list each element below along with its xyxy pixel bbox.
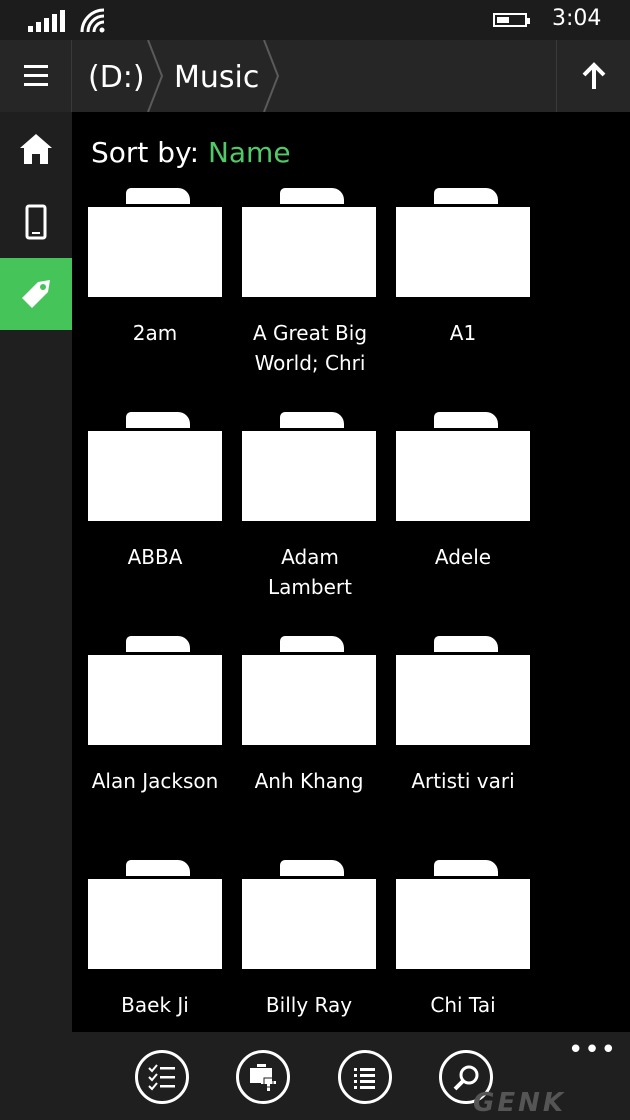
folder-name: Anh Khang [254,769,364,793]
folder-name: Alan Jackson [91,769,219,793]
folder-item[interactable]: 2am [72,188,226,398]
folder-name: Adam Lambert [268,545,352,599]
phone-icon [25,204,47,240]
folder-item[interactable]: Alan Jackson [72,636,226,846]
folder-name: ABBA [127,545,183,569]
sort-value[interactable]: Name [208,136,291,169]
more-button[interactable]: ••• [568,1037,617,1063]
folder-icon [434,860,498,876]
folder-item[interactable]: Artisti vari [380,636,534,846]
folder-icon [126,188,190,204]
left-navigation [0,112,72,1032]
folder-icon [434,636,498,652]
folder-icon [280,636,344,652]
multi-select-icon [148,1064,175,1091]
folder-icon [280,188,344,204]
wifi-icon [80,8,105,33]
up-arrow-icon [582,62,606,89]
list-view-icon [354,1068,375,1089]
tag-icon [22,280,50,308]
folder-name: Artisti vari [411,769,515,793]
clock: 3:04 [552,6,602,31]
folder-name: A1 [449,321,477,345]
folder-icon [434,412,498,428]
sort-label: Sort by: [91,136,200,169]
folder-icon [126,412,190,428]
battery-icon [493,13,530,27]
breadcrumb-separator-icon [263,40,280,112]
folder-name: Billy Ray [265,993,353,1017]
folder-item[interactable]: A Great Big World; Chri [226,188,380,398]
folder-item[interactable]: A1 [380,188,534,398]
home-icon [20,134,52,164]
folder-item[interactable]: Adam Lambert [226,412,380,622]
folder-icon [280,860,344,876]
header-bar: (D:) Music [0,40,630,112]
nav-home[interactable] [0,114,72,186]
folder-icon [126,636,190,652]
watermark-logo: GENK [457,1086,627,1120]
nav-tags[interactable] [0,258,72,330]
new-folder-button[interactable] [236,1050,290,1104]
folder-item[interactable]: Anh Khang [226,636,380,846]
folder-name: Adele [434,545,492,569]
folder-item[interactable]: Chi Tai [380,860,534,1032]
sort-control[interactable]: Sort by: Name [91,136,291,169]
folder-item[interactable]: Baek Ji [72,860,226,1032]
folder-browser: Sort by: Name 2am A Great Big World; Chr… [72,112,630,1032]
list-view-button[interactable] [338,1050,392,1104]
folder-name: A Great Big World; Chri [252,321,368,375]
folder-name: Baek Ji [121,993,189,1017]
new-folder-icon [250,1064,276,1091]
up-folder-button[interactable] [556,40,630,112]
folder-name: Chi Tai [430,993,496,1017]
signal-strength-icon [28,10,68,32]
multi-select-button[interactable] [135,1050,189,1104]
breadcrumb-drive[interactable]: (D:) [88,60,145,96]
watermark-text: GENK [473,1088,567,1118]
folder-icon [434,188,498,204]
folder-icon [280,412,344,428]
breadcrumb-separator-icon [147,40,164,112]
folder-item[interactable]: Adele [380,412,534,622]
folder-item[interactable]: Billy Ray [226,860,380,1032]
menu-button[interactable] [0,40,72,112]
breadcrumb-music[interactable]: Music [174,60,259,96]
folder-icon [126,860,190,876]
folder-name: 2am [132,321,178,345]
nav-phone[interactable] [0,186,72,258]
status-bar: 3:04 [0,0,630,40]
folder-item[interactable]: ABBA [72,412,226,622]
